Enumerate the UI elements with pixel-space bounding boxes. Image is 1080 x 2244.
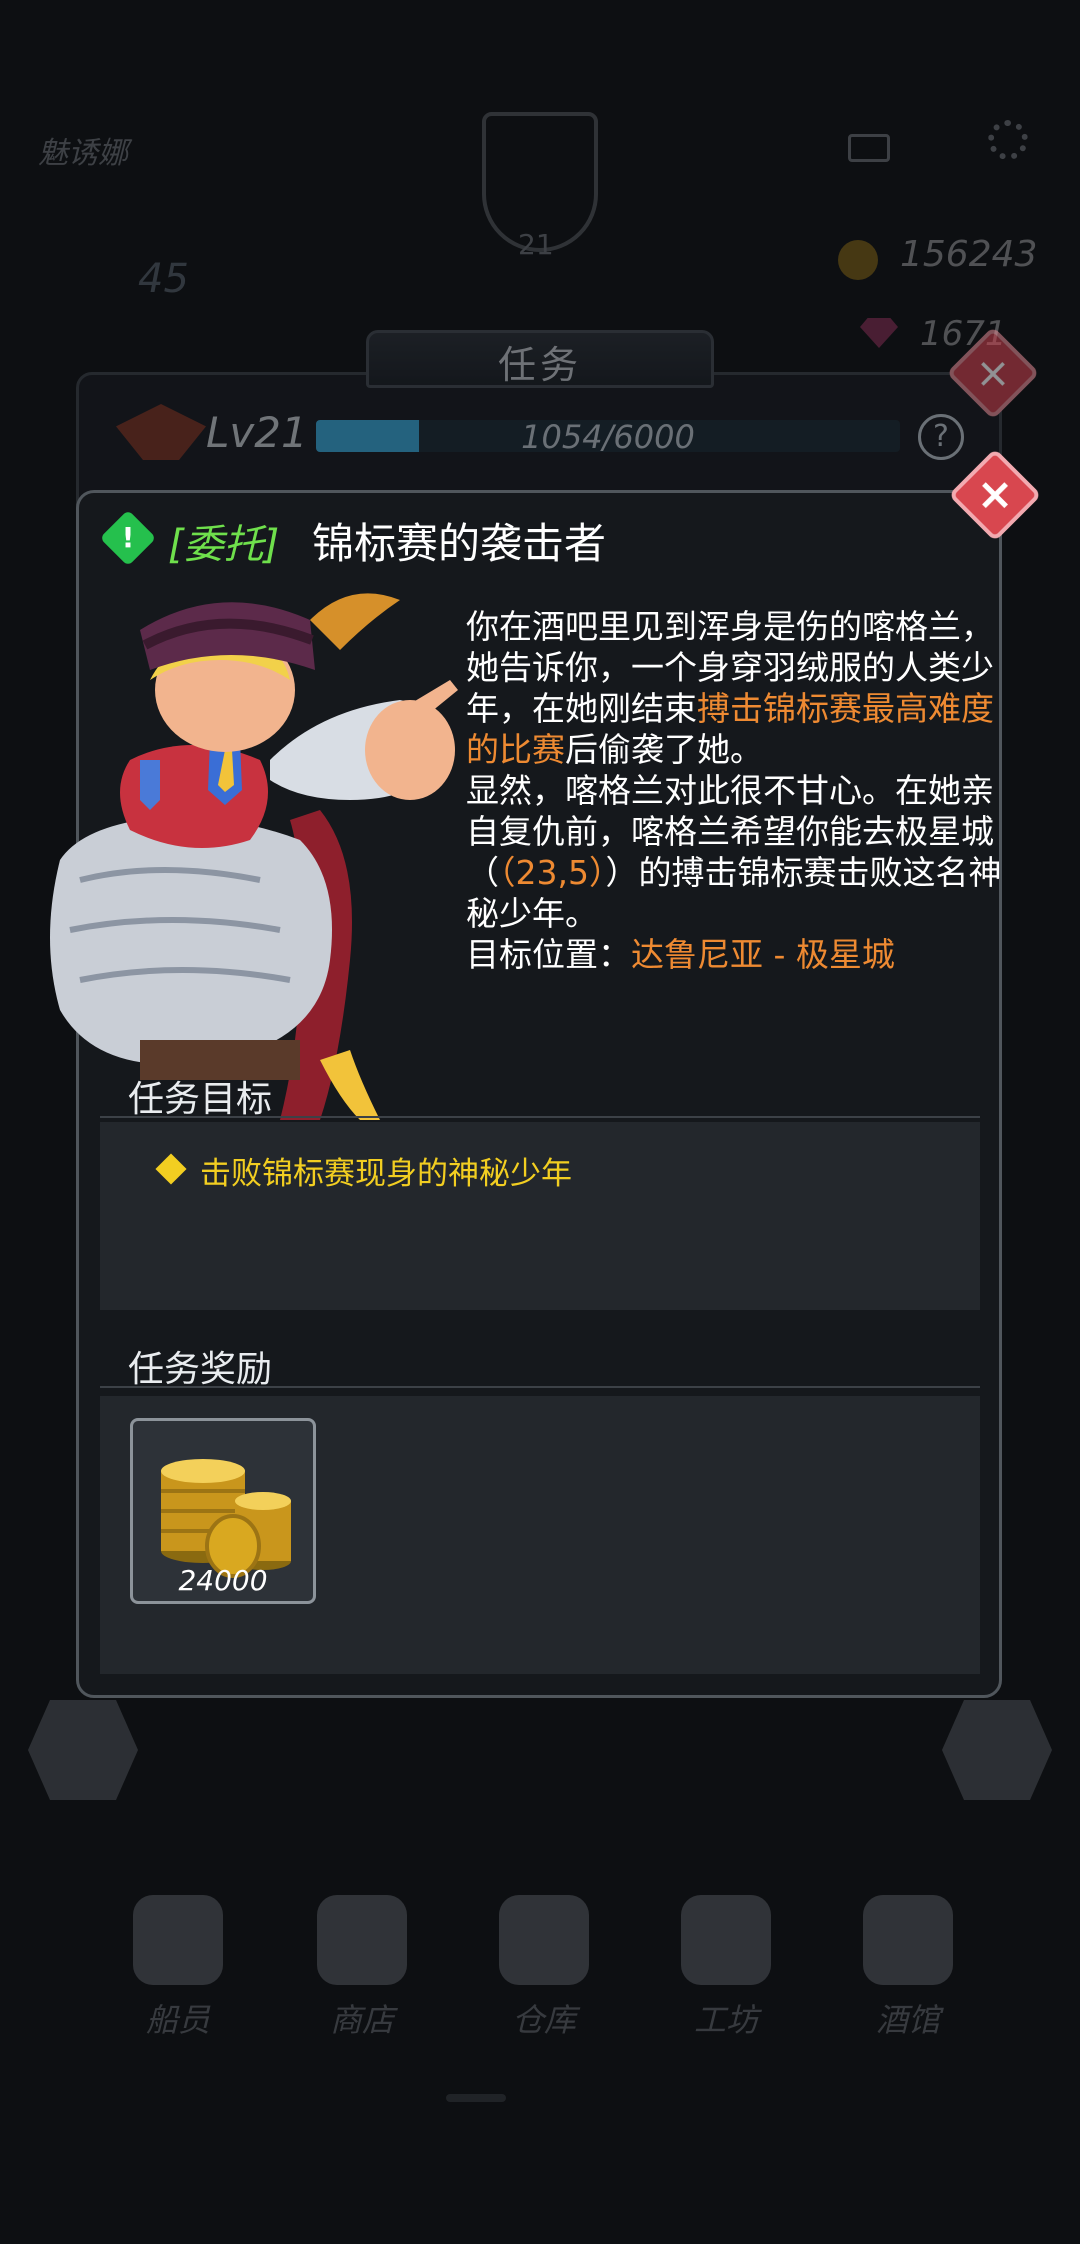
task-list-title: 任务 bbox=[497, 343, 582, 387]
crew-icon bbox=[133, 1895, 223, 1985]
task-list-icon[interactable] bbox=[28, 1700, 138, 1800]
desc-highlight-coords[interactable]: （23,5） bbox=[499, 853, 605, 892]
nav-tavern-label: 酒馆 bbox=[875, 2001, 940, 2039]
menu-list-icon[interactable] bbox=[942, 1700, 1052, 1800]
energy-count: 45 bbox=[138, 256, 189, 302]
nav-warehouse[interactable]: 仓库 bbox=[484, 1895, 604, 2041]
coin-count: 156243 bbox=[900, 234, 1038, 275]
quest-giver-portrait bbox=[50, 593, 458, 1120]
home-indicator bbox=[446, 2094, 506, 2102]
xp-progress-text: 1054/6000 bbox=[521, 418, 695, 456]
player-name: 魅诱娜 bbox=[38, 136, 128, 171]
nav-warehouse-label: 仓库 bbox=[511, 2001, 576, 2039]
mail-icon[interactable] bbox=[848, 134, 890, 162]
player-level: Lv21 bbox=[206, 408, 308, 457]
nav-workshop[interactable]: 工坊 bbox=[666, 1895, 786, 2041]
objective-text: 击败锦标赛现身的神秘少年 bbox=[200, 1156, 572, 1192]
reward-heading: 任务奖励 bbox=[128, 1349, 273, 1390]
gear-icon[interactable] bbox=[988, 120, 1028, 160]
tavern-icon bbox=[863, 1895, 953, 1985]
emblem-level: 21 bbox=[518, 228, 554, 261]
objective-divider bbox=[100, 1116, 980, 1118]
shop-icon bbox=[317, 1895, 407, 1985]
quest-description-paragraph-1: 你在酒吧里见到浑身是伤的喀格兰，她告诉你，一个身穿羽绒服的人类少年，在她刚结束搏… bbox=[466, 606, 1002, 770]
quest-target-line: 目标位置：达鲁尼亚 - 极星城 bbox=[466, 934, 1002, 975]
nav-shop[interactable]: 商店 bbox=[302, 1895, 422, 2041]
objective-heading: 任务目标 bbox=[128, 1079, 273, 1120]
nav-shop-label: 商店 bbox=[329, 2001, 394, 2039]
close-icon: × bbox=[975, 348, 1011, 397]
quest-alert-icon: ! bbox=[99, 509, 157, 567]
quest-description: 你在酒吧里见到浑身是伤的喀格兰，她告诉你，一个身穿羽绒服的人类少年，在她刚结束搏… bbox=[466, 606, 1002, 975]
reward-divider bbox=[100, 1386, 980, 1388]
reward-amount: 24000 bbox=[178, 1564, 268, 1597]
desc-text-2: 后偷袭了她。 bbox=[565, 730, 763, 769]
nav-tavern[interactable]: 酒馆 bbox=[848, 1895, 968, 2041]
alert-glyph: ! bbox=[121, 521, 135, 554]
quest-description-paragraph-2: 显然，喀格兰对此很不甘心。在她亲自复仇前，喀格兰希望你能去极星城（（23,5））… bbox=[466, 770, 1002, 934]
target-location-value[interactable]: 达鲁尼亚 - 极星城 bbox=[631, 935, 895, 974]
workshop-icon bbox=[681, 1895, 771, 1985]
nav-workshop-label: 工坊 bbox=[693, 2001, 758, 2039]
coin-icon bbox=[838, 240, 878, 280]
help-button[interactable]: ? bbox=[918, 414, 964, 460]
nav-crew-label: 船员 bbox=[145, 2001, 210, 2039]
close-icon: × bbox=[976, 469, 1014, 520]
target-location-label: 目标位置： bbox=[466, 935, 631, 974]
warehouse-icon bbox=[499, 1895, 589, 1985]
nav-crew[interactable]: 船员 bbox=[118, 1895, 238, 2041]
